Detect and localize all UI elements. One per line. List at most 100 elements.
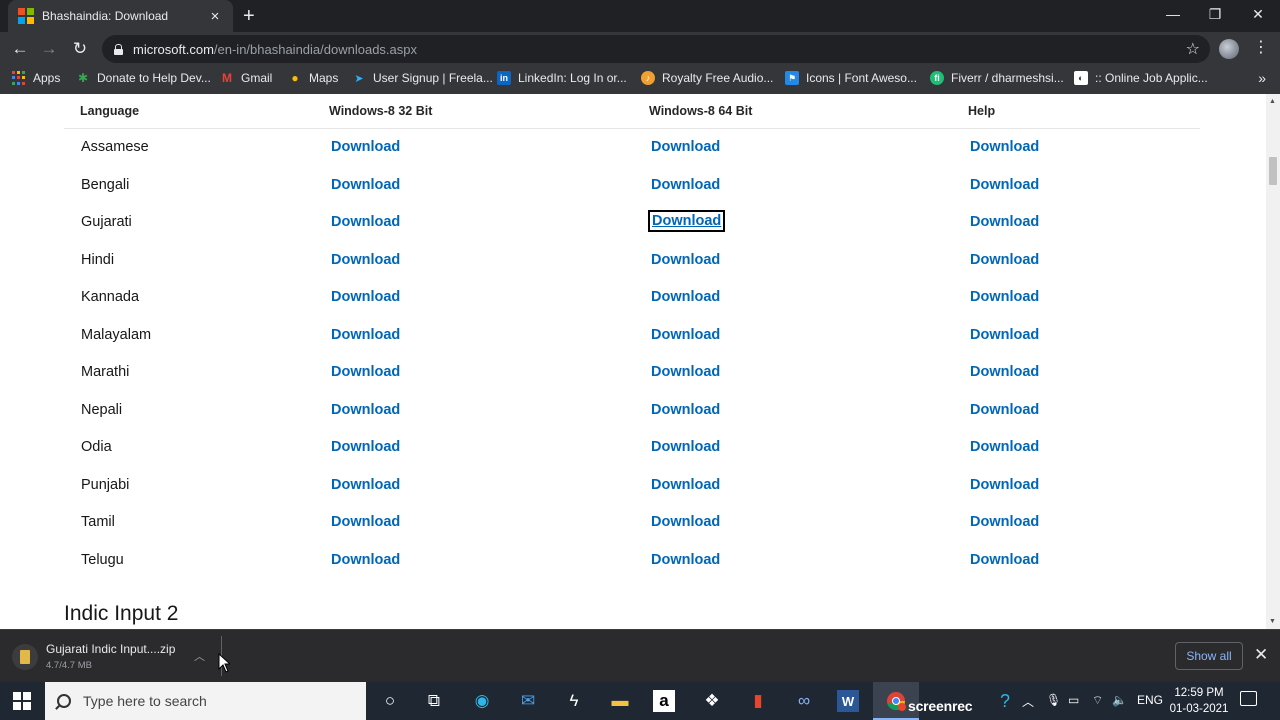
download-help-link[interactable]: Download (970, 514, 1039, 530)
tab-close-icon[interactable]: × (207, 8, 223, 25)
app-bolt-icon[interactable]: ϟ (561, 689, 587, 713)
show-all-button[interactable]: Show all (1175, 642, 1243, 670)
bookmark-apps[interactable]: Apps (12, 71, 60, 85)
download-64bit-link[interactable]: Download (651, 289, 720, 305)
cortana-icon[interactable]: ○ (377, 689, 403, 713)
bookmark-donate[interactable]: ✱ Donate to Help Dev... (76, 71, 211, 85)
bookmark-audio[interactable]: ♪ Royalty Free Audio... (641, 71, 773, 85)
download-64bit-link[interactable]: Download (651, 514, 720, 530)
download-32bit-link[interactable]: Download (331, 289, 400, 305)
address-bar[interactable]: microsoft.com/en-in/bhashaindia/download… (102, 35, 1210, 63)
download-64bit-link[interactable]: Download (651, 477, 720, 493)
tray-overflow-icon[interactable]: ︿ (1022, 693, 1034, 710)
office-icon[interactable]: ▮ (745, 689, 771, 713)
bookmark-freelancer[interactable]: ➤ User Signup | Freela... (352, 71, 493, 85)
back-arrow-icon[interactable]: ← (10, 39, 30, 59)
download-file-name: Gujarati Indic Input....zip (46, 642, 176, 656)
notifications-icon[interactable] (1240, 691, 1257, 706)
download-help-link[interactable]: Download (970, 214, 1039, 230)
scrollbar-thumb[interactable] (1269, 157, 1277, 185)
help-icon[interactable]: ? (992, 689, 1018, 713)
maps-pin-icon: ● (291, 71, 299, 85)
word-icon[interactable]: W (837, 690, 859, 712)
bookmarks-overflow-icon[interactable]: » (1258, 70, 1266, 86)
shelf-close-icon[interactable]: ✕ (1254, 645, 1268, 665)
bookmark-star-icon[interactable]: ☆ (1186, 39, 1200, 59)
download-64bit-link[interactable]: Download (651, 177, 720, 193)
download-64bit-link[interactable]: Download (651, 327, 720, 343)
download-32bit-link[interactable]: Download (331, 327, 400, 343)
restore-icon[interactable]: ❐ (1192, 4, 1238, 24)
chevron-up-icon[interactable]: ︿ (194, 648, 205, 664)
download-help-link[interactable]: Download (970, 289, 1039, 305)
amazon-icon[interactable]: a (653, 690, 675, 712)
download-item[interactable]: Gujarati Indic Input....zip 4.7/4.7 MB ︿ (12, 642, 222, 674)
task-view-icon[interactable]: ⧉ (421, 689, 447, 713)
download-help-link[interactable]: Download (970, 552, 1039, 568)
lock-icon (114, 43, 123, 55)
edge-icon[interactable]: ◉ (469, 689, 495, 713)
bookmark-fiverr[interactable]: fi Fiverr / dharmeshsi... (930, 71, 1064, 85)
file-explorer-icon[interactable]: ▬ (607, 689, 633, 713)
download-32bit-link[interactable]: Download (331, 364, 400, 380)
battery-icon[interactable]: ▭ (1068, 693, 1079, 707)
browser-menu-icon[interactable]: ⋮ (1253, 38, 1269, 58)
scroll-up-arrow-icon[interactable]: ▲ (1269, 98, 1276, 105)
download-32bit-link[interactable]: Download (331, 552, 400, 568)
download-32bit-link[interactable]: Download (331, 402, 400, 418)
download-32bit-link[interactable]: Download (331, 439, 400, 455)
download-help-link[interactable]: Download (970, 177, 1039, 193)
download-64bit-link[interactable]: Download (647, 210, 726, 232)
download-help-link[interactable]: Download (970, 477, 1039, 493)
wifi-icon[interactable]: ⌔ (1092, 693, 1103, 708)
download-help-link[interactable]: Download (970, 139, 1039, 155)
download-help-link[interactable]: Download (970, 252, 1039, 268)
download-help-link[interactable]: Download (970, 439, 1039, 455)
profile-avatar[interactable] (1219, 39, 1239, 59)
download-64bit-link[interactable]: Download (651, 552, 720, 568)
download-64bit-link[interactable]: Download (651, 439, 720, 455)
forward-arrow-icon[interactable]: → (39, 39, 59, 59)
download-32bit-link[interactable]: Download (331, 477, 400, 493)
window-close-icon[interactable]: ✕ (1235, 4, 1280, 24)
volume-icon[interactable]: 🔈 (1112, 693, 1127, 707)
taskbar-search-box[interactable]: Type here to search (45, 682, 366, 720)
download-32bit-link[interactable]: Download (331, 214, 400, 230)
job-icon: ◐ (1074, 71, 1088, 85)
download-64bit-link[interactable]: Download (651, 252, 720, 268)
dropbox-icon[interactable]: ❖ (699, 689, 725, 713)
bookmark-fontawesome[interactable]: ⚑ Icons | Font Aweso... (785, 71, 917, 85)
linkedin-icon: in (497, 71, 511, 85)
bookmark-gmail[interactable]: M Gmail (220, 71, 272, 85)
download-help-link[interactable]: Download (970, 364, 1039, 380)
download-32bit-link[interactable]: Download (331, 177, 400, 193)
app-infinity-icon[interactable]: ∞ (791, 689, 817, 713)
bookmark-maps[interactable]: ● Maps (288, 71, 338, 85)
mail-icon[interactable]: ✉ (515, 689, 541, 713)
bookmark-linkedin[interactable]: in LinkedIn: Log In or... (497, 71, 627, 85)
download-64bit-link[interactable]: Download (651, 364, 720, 380)
donate-icon: ✱ (77, 71, 89, 85)
scroll-down-arrow-icon[interactable]: ▼ (1269, 618, 1276, 625)
new-tab-plus-icon[interactable]: + (243, 5, 255, 27)
windows-start-icon[interactable] (13, 692, 31, 710)
reload-icon[interactable]: ↻ (70, 39, 90, 59)
download-help-link[interactable]: Download (970, 327, 1039, 343)
minimize-icon[interactable]: — (1150, 4, 1196, 24)
page-scrollbar[interactable]: ▲ ▼ (1266, 94, 1280, 629)
download-32bit-link[interactable]: Download (331, 252, 400, 268)
clock-date: 01-03-2021 (1169, 703, 1229, 715)
microphone-icon[interactable]: 🎙 (1046, 693, 1061, 707)
download-64bit-link[interactable]: Download (651, 139, 720, 155)
download-64bit-link[interactable]: Download (651, 402, 720, 418)
apps-grid-icon (12, 71, 26, 85)
bookmark-job[interactable]: ◐ :: Online Job Applic... (1074, 71, 1208, 85)
input-language[interactable]: ENG (1137, 693, 1163, 707)
download-32bit-link[interactable]: Download (331, 514, 400, 530)
taskbar-clock[interactable]: 12:59 PM 01-03-2021 (1166, 685, 1232, 717)
download-help-link[interactable]: Download (970, 402, 1039, 418)
download-32bit-link[interactable]: Download (331, 139, 400, 155)
url-host: microsoft.com (133, 41, 214, 57)
bookmark-label: User Signup | Freela... (373, 71, 493, 85)
browser-tab-active[interactable]: Bhashaindia: Download × (8, 0, 233, 32)
